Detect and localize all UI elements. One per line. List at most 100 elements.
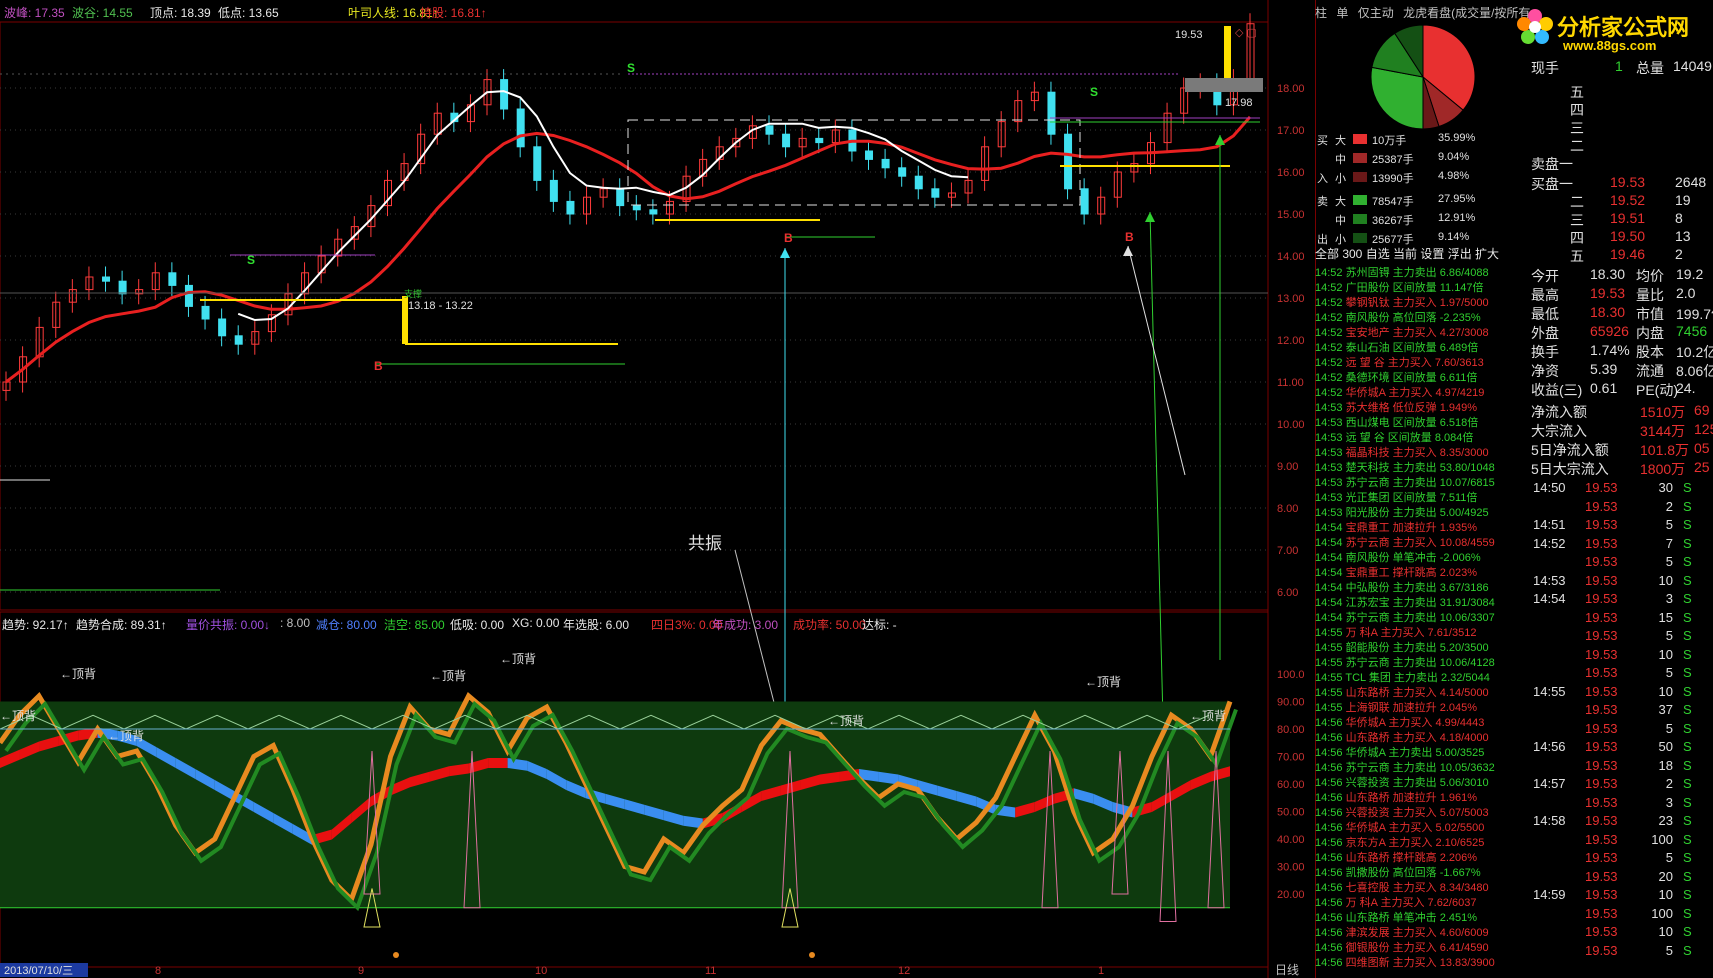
x-tick-label: 8 [155, 965, 161, 977]
trade-row[interactable]: 14:52 苏州固锝 主力卖出 6.86/4088 [1315, 264, 1515, 279]
trade-row[interactable]: 14:53 阳光股份 主力卖出 5.00/4925 [1315, 504, 1515, 519]
corner-mark: ◇ ▢ [1235, 27, 1257, 39]
divergence-label: ←顶背 [108, 729, 144, 743]
trade-row[interactable]: 14:54 苏宁云商 主力买入 10.08/4559 [1315, 534, 1515, 549]
buy-level: 四 [1570, 230, 1584, 246]
y-tick-label: 16.00 [1277, 167, 1305, 179]
flow-val: 05 [1694, 440, 1710, 456]
trade-row[interactable]: 14:54 苏宁云商 主力卖出 10.06/3307 [1315, 609, 1515, 624]
stat-val: 18.30 [1590, 266, 1626, 282]
trade-row[interactable]: 14:53 远 望 谷 区间放量 8.084倍 [1315, 429, 1515, 444]
ind-item: 洁空: 85.00 [384, 618, 445, 632]
buy-level: 买盘一 [1531, 176, 1573, 192]
candle-body [218, 318, 227, 337]
y-tick-label: 7.00 [1277, 545, 1298, 557]
trade-row[interactable]: 14:54 南风股份 单笔冲击 -2.006% [1315, 549, 1515, 564]
trade-row[interactable]: 14:53 福晶科技 主力买入 8.35/3000 [1315, 444, 1515, 459]
s-marker: S [247, 253, 255, 267]
now-label: 现手 [1531, 60, 1559, 76]
trade-row[interactable]: 14:56 凯撒股份 高位回落 -1.667% [1315, 864, 1515, 879]
green-arrow-head [1215, 135, 1225, 145]
trade-row[interactable]: 14:55 苏宁云商 主力卖出 10.06/4128 [1315, 654, 1515, 669]
trade-row[interactable]: 14:52 华侨城A 主力买入 4.97/4219 [1315, 384, 1515, 399]
tab-active-only[interactable]: 仅主动 [1358, 6, 1394, 20]
period-label: 日线 [1275, 963, 1299, 977]
trade-row[interactable]: 14:56 四维图新 主力买入 13.83/3900 [1315, 954, 1515, 969]
flow-val: 1800万 [1640, 461, 1686, 477]
stat-val: 24. [1676, 380, 1696, 396]
tab-dragon-tiger[interactable]: 龙虎看盘(成交量/按所有 [1403, 6, 1530, 20]
trade-row[interactable]: 14:52 攀钢钒钛 主力买入 1.97/5000 [1315, 294, 1515, 309]
total-val: 14049 [1673, 58, 1712, 74]
trade-row[interactable]: 14:56 七喜控股 主力买入 8.34/3480 [1315, 879, 1515, 894]
candle-body [931, 188, 940, 198]
green-arrow [1149, 211, 1164, 721]
site-logo: 分析家公式网 www.88gs.com [1515, 4, 1713, 56]
trade-row[interactable]: 14:56 山东路桥 加速拉升 1.961% [1315, 789, 1515, 804]
stat-label: 净资 [1531, 363, 1559, 379]
trade-row[interactable]: 14:52 南风股份 高位回落 -2.235% [1315, 309, 1515, 324]
trade-row[interactable]: 14:54 江苏宏宝 主力卖出 31.91/3084 [1315, 594, 1515, 609]
ind-item: 趋势: 92.17↑ [2, 618, 69, 632]
trade-row[interactable]: 14:56 苏宁云商 主力卖出 10.05/3632 [1315, 759, 1515, 774]
trade-row[interactable]: 14:53 苏宁云商 主力卖出 10.07/6815 [1315, 474, 1515, 489]
trade-row[interactable]: 14:54 中弘股份 主力卖出 3.67/3186 [1315, 579, 1515, 594]
trade-row[interactable]: 14:56 兴蓉投资 主力卖出 5.06/3010 [1315, 774, 1515, 789]
trade-row[interactable]: 14:55 山东路桥 主力买入 4.14/5000 [1315, 684, 1515, 699]
cyan-arrow-head [780, 248, 790, 258]
trade-row[interactable]: 14:52 宝安地产 主力买入 4.27/3008 [1315, 324, 1515, 339]
flow-label: 5日大宗流入 [1531, 461, 1609, 477]
trade-row[interactable]: 14:56 京东方A 主力买入 2.10/6525 [1315, 834, 1515, 849]
buy-vol: 13 [1675, 228, 1691, 244]
ind-y-tick: 50.00 [1277, 807, 1305, 819]
trade-row[interactable]: 14:56 津滨发展 主力买入 4.60/6009 [1315, 924, 1515, 939]
candle-body [549, 179, 558, 202]
trade-row[interactable]: 14:52 远 望 谷 主力买入 7.60/3613 [1315, 354, 1515, 369]
trade-row[interactable]: 14:54 宝鼎重工 撑杆跳高 2.023% [1315, 564, 1515, 579]
stat-val: 65926 [1590, 323, 1629, 339]
candle-body [234, 335, 243, 345]
ind-item: 低吸: 0.00 [450, 618, 505, 632]
stat-val: 18.30 [1590, 304, 1626, 320]
x-tick-label: 11 [705, 965, 716, 977]
range-label: 13.18 - 13.22 [408, 300, 473, 312]
x-tick-label: 1 [1098, 965, 1104, 977]
stat-val: 5.39 [1590, 361, 1618, 377]
trade-row[interactable]: 14:56 御银股份 主力买入 6.41/4590 [1315, 939, 1515, 954]
y-tick-label: 17.00 [1277, 125, 1305, 137]
trade-row[interactable]: 14:56 华侨城A 主力卖出 5.00/3525 [1315, 744, 1515, 759]
trade-row[interactable]: 14:52 泰山石油 区间放量 6.489倍 [1315, 339, 1515, 354]
trade-row[interactable]: 14:52 广田股份 区间放量 11.147倍 [1315, 279, 1515, 294]
tab-column[interactable]: 柱 [1315, 6, 1327, 20]
trade-row[interactable]: 14:56 山东路桥 撑杆跳高 2.206% [1315, 849, 1515, 864]
trade-row[interactable]: 14:55 TCL 集团 主力卖出 2.32/5044 [1315, 669, 1515, 684]
trade-row[interactable]: 14:53 苏大维格 低位反弹 1.949% [1315, 399, 1515, 414]
trade-row[interactable]: 14:55 韶能股份 主力卖出 5.20/3500 [1315, 639, 1515, 654]
trade-row[interactable]: 14:56 兴蓉投资 主力买入 5.07/5003 [1315, 804, 1515, 819]
flow-val: 1510万 [1640, 404, 1686, 420]
trade-row[interactable]: 14:53 楚天科技 主力卖出 53.80/1048 [1315, 459, 1515, 474]
trade-row[interactable]: 14:56 华侨城A 主力买入 5.02/5500 [1315, 819, 1515, 834]
x-tick-label: 12 [898, 965, 910, 977]
signal-dot [393, 952, 399, 958]
main-chart[interactable]: 18.0017.0016.0015.0014.0013.0012.0011.00… [0, 0, 1315, 978]
trade-row[interactable]: 14:55 上海钢联 加速拉升 2.045% [1315, 699, 1515, 714]
flow-val: 69 [1694, 402, 1710, 418]
trade-row[interactable]: 14:56 山东路桥 主力买入 4.18/4000 [1315, 729, 1515, 744]
stat-val: 0.61 [1590, 380, 1618, 396]
trade-row[interactable]: 14:52 桑德环境 区间放量 6.611倍 [1315, 369, 1515, 384]
tab-single[interactable]: 单 [1336, 6, 1348, 20]
trade-row[interactable]: 14:56 万 科A 主力买入 7.62/6037 [1315, 894, 1515, 909]
b-marker: B [374, 359, 383, 373]
trade-row[interactable]: 14:53 光正集团 区间放量 7.511倍 [1315, 489, 1515, 504]
stat-label: PE(动) [1636, 382, 1678, 398]
candle-body [649, 209, 658, 215]
ind-item: : 8.00 [280, 616, 311, 630]
trade-row[interactable]: 14:56 山东路桥 单笔冲击 2.451% [1315, 909, 1515, 924]
trade-row[interactable]: 14:55 万 科A 主力买入 7.61/3512 [1315, 624, 1515, 639]
trade-row[interactable]: 14:53 西山煤电 区间放量 6.518倍 [1315, 414, 1515, 429]
trade-row[interactable]: 14:56 华侨城A 主力买入 4.99/4443 [1315, 714, 1515, 729]
trade-row[interactable]: 14:54 宝鼎重工 加速拉升 1.935% [1315, 519, 1515, 534]
buy-vol: 2 [1675, 246, 1683, 262]
price-frame [0, 21, 1269, 611]
